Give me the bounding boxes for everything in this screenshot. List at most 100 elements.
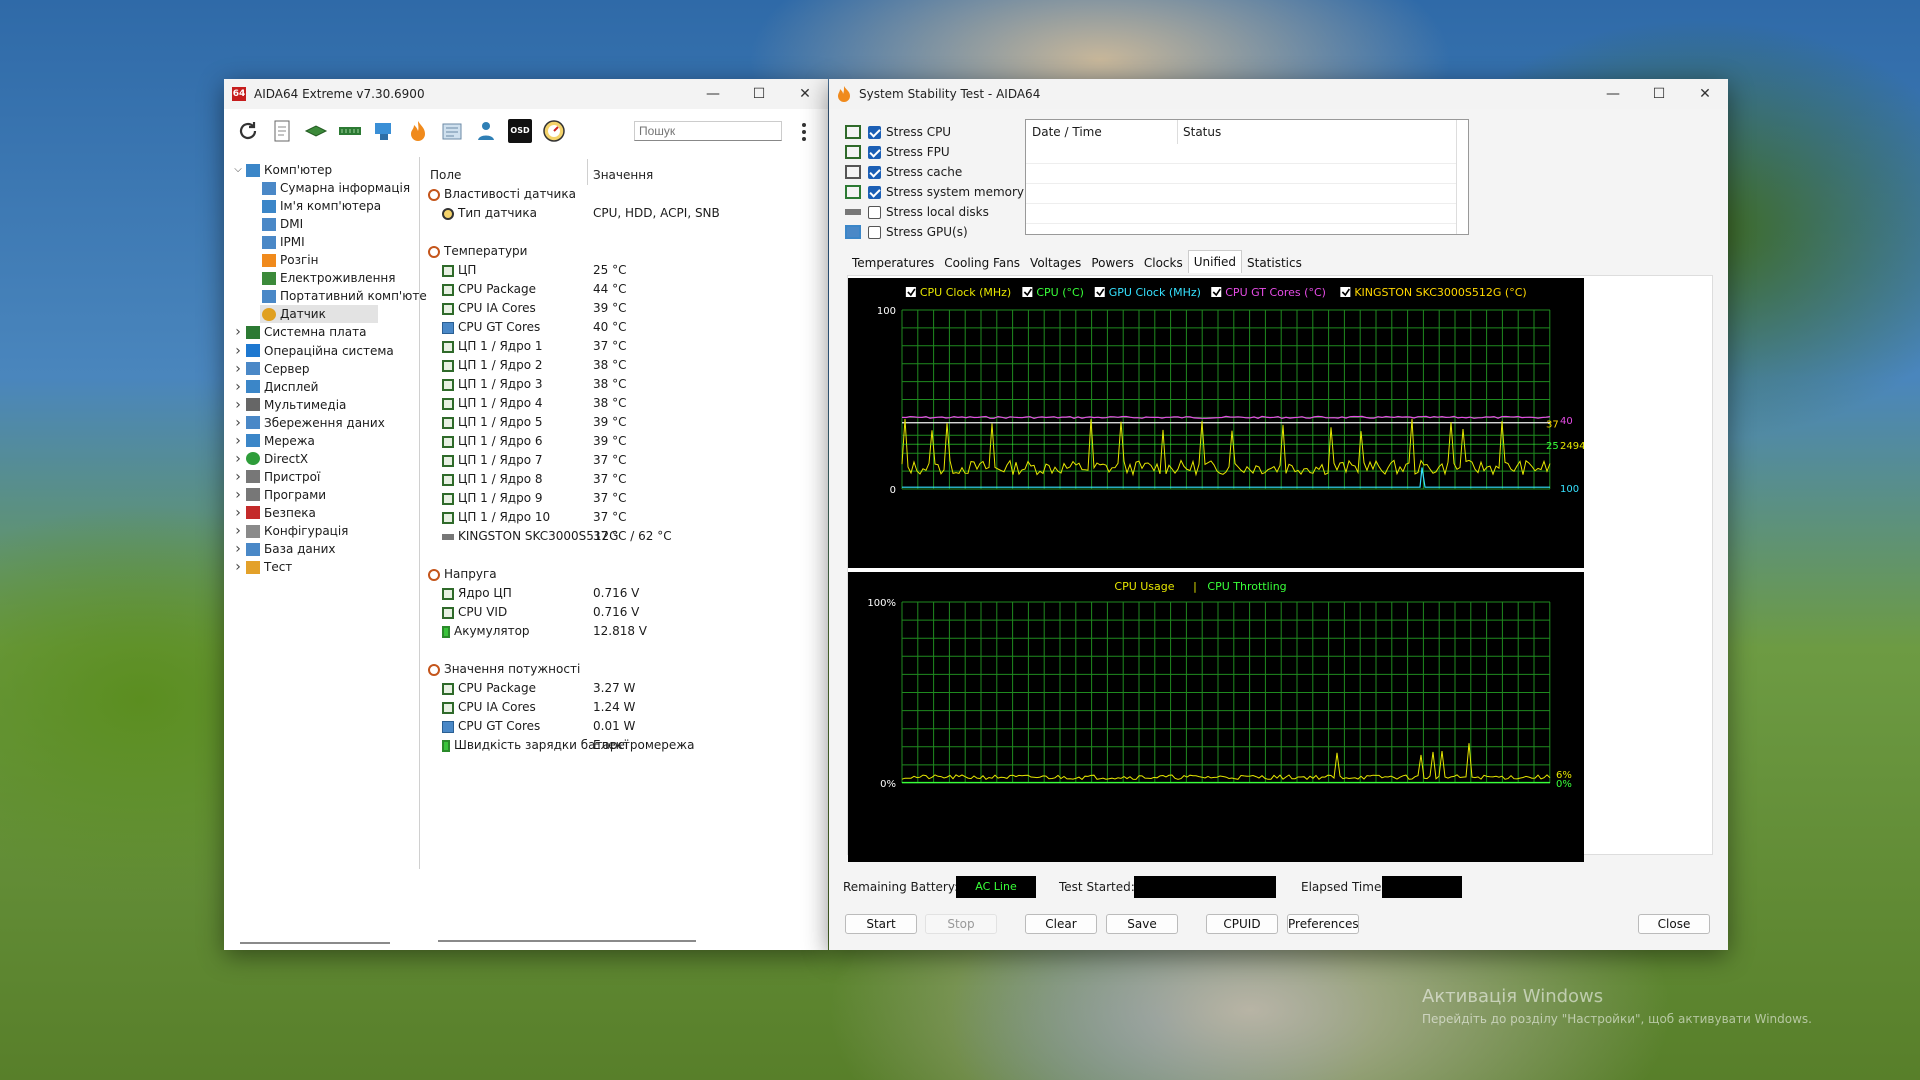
tree-item[interactable]: › Системна плата bbox=[232, 323, 366, 341]
stress-checkbox[interactable] bbox=[868, 205, 881, 219]
chevron-down-icon[interactable]: ⌵ bbox=[232, 161, 244, 179]
close-button[interactable]: ✕ bbox=[782, 79, 828, 109]
aida64-titlebar[interactable]: 64 AIDA64 Extreme v7.30.6900 — ☐ ✕ bbox=[224, 79, 828, 109]
sensor-row[interactable]: CPU GT Cores bbox=[442, 717, 540, 736]
chevron-right-icon[interactable]: › bbox=[232, 414, 244, 432]
flame-icon[interactable] bbox=[406, 119, 430, 143]
chevron-right-icon[interactable]: › bbox=[232, 468, 244, 486]
start-button[interactable]: Start bbox=[845, 914, 917, 934]
sensor-row[interactable]: ЦП 1 / Ядро 3 bbox=[442, 375, 543, 394]
column-header-value[interactable]: Значення bbox=[593, 165, 653, 185]
sensor-row[interactable]: ЦП 1 / Ядро 8 bbox=[442, 470, 543, 489]
stop-button[interactable]: Stop bbox=[925, 914, 997, 934]
tab-unified[interactable]: Unified bbox=[1187, 250, 1242, 273]
tree-item[interactable]: › Мережа bbox=[232, 432, 315, 450]
tree-item[interactable]: › База даних bbox=[232, 540, 335, 558]
close-button[interactable]: ✕ bbox=[1682, 79, 1728, 109]
stress-option[interactable]: Stress local disks bbox=[845, 203, 989, 221]
stress-option[interactable]: Stress system memory bbox=[845, 183, 1024, 201]
sensor-row[interactable]: ЦП 1 / Ядро 10 bbox=[442, 508, 550, 527]
tree-item[interactable]: › Мультимедіа bbox=[232, 396, 346, 414]
tree-horizontal-scrollbar[interactable] bbox=[240, 942, 390, 944]
stability-titlebar[interactable]: System Stability Test - AIDA64 — ☐ ✕ bbox=[829, 79, 1728, 109]
sensor-row[interactable]: ЦП bbox=[442, 261, 476, 280]
chevron-right-icon[interactable]: › bbox=[232, 378, 244, 396]
stress-checkbox[interactable] bbox=[868, 185, 881, 199]
sensor-gauge-icon[interactable] bbox=[542, 119, 566, 143]
osd-icon[interactable]: OSD bbox=[508, 119, 532, 143]
chevron-right-icon[interactable]: › bbox=[232, 432, 244, 450]
tab-cooling-fans[interactable]: Cooling Fans bbox=[939, 253, 1025, 273]
tree-item[interactable]: Розгін bbox=[260, 251, 318, 269]
tree-item[interactable]: › Тест bbox=[232, 558, 292, 576]
tree-item[interactable]: › Збереження даних bbox=[232, 414, 385, 432]
tab-temperatures[interactable]: Temperatures bbox=[847, 253, 939, 273]
stress-checkbox[interactable] bbox=[868, 125, 881, 139]
sensor-row[interactable]: CPU IA Cores bbox=[442, 299, 536, 318]
sensor-row[interactable]: CPU IA Cores bbox=[442, 698, 536, 717]
sensor-row[interactable]: Тип датчика bbox=[442, 204, 537, 223]
tab-voltages[interactable]: Voltages bbox=[1025, 253, 1086, 273]
tree-item[interactable]: Сумарна інформація bbox=[260, 179, 410, 197]
sensor-row[interactable]: ЦП 1 / Ядро 4 bbox=[442, 394, 543, 413]
tab-clocks[interactable]: Clocks bbox=[1139, 253, 1188, 273]
save-button[interactable]: Save bbox=[1106, 914, 1178, 934]
tree-item[interactable]: › Пристрої bbox=[232, 468, 320, 486]
chevron-right-icon[interactable]: › bbox=[232, 504, 244, 522]
tree-item[interactable]: DMI bbox=[260, 215, 303, 233]
chevron-right-icon[interactable]: › bbox=[232, 360, 244, 378]
sensor-row[interactable]: Ядро ЦП bbox=[442, 584, 512, 603]
tree-item[interactable]: Датчик bbox=[260, 305, 378, 324]
sensor-row[interactable]: ЦП 1 / Ядро 9 bbox=[442, 489, 543, 508]
sensor-row[interactable]: CPU Package bbox=[442, 280, 536, 299]
tree-item[interactable]: › Дисплей bbox=[232, 378, 318, 396]
column-header-field[interactable]: Поле bbox=[430, 165, 461, 185]
report-icon[interactable] bbox=[270, 119, 294, 143]
chevron-right-icon[interactable]: › bbox=[232, 450, 244, 468]
sensor-row[interactable]: CPU Package bbox=[442, 679, 536, 698]
stress-option[interactable]: Stress GPU(s) bbox=[845, 223, 968, 241]
sensor-row[interactable]: ЦП 1 / Ядро 6 bbox=[442, 432, 543, 451]
tree-item[interactable]: Портативний комп'юте bbox=[260, 287, 427, 305]
sensor-group-header[interactable]: Температури bbox=[428, 242, 527, 261]
stress-checkbox[interactable] bbox=[868, 225, 881, 239]
clear-button[interactable]: Clear bbox=[1025, 914, 1097, 934]
sensor-row[interactable]: ЦП 1 / Ядро 1 bbox=[442, 337, 543, 356]
motherboard-icon[interactable] bbox=[304, 119, 328, 143]
cpuid-button[interactable]: CPUID bbox=[1206, 914, 1278, 934]
column-separator[interactable] bbox=[587, 159, 588, 185]
stress-checkbox[interactable] bbox=[868, 165, 881, 179]
chevron-right-icon[interactable]: › bbox=[232, 486, 244, 504]
benchmark-icon[interactable] bbox=[474, 119, 498, 143]
minimize-button[interactable]: — bbox=[1590, 79, 1636, 109]
sensor-row[interactable]: CPU VID bbox=[442, 603, 507, 622]
tree-item[interactable]: › Операційна система bbox=[232, 342, 394, 360]
maximize-button[interactable]: ☐ bbox=[1636, 79, 1682, 109]
tab-statistics[interactable]: Statistics bbox=[1242, 253, 1307, 273]
tree-item[interactable]: › Конфігурація bbox=[232, 522, 348, 540]
stress-option[interactable]: Stress CPU bbox=[845, 123, 951, 141]
pane-divider[interactable] bbox=[419, 157, 420, 869]
sensor-row[interactable]: ЦП 1 / Ядро 2 bbox=[442, 356, 543, 375]
log-header-status[interactable]: Status bbox=[1183, 125, 1221, 139]
chevron-right-icon[interactable]: › bbox=[232, 522, 244, 540]
chevron-right-icon[interactable]: › bbox=[232, 396, 244, 414]
maximize-button[interactable]: ☐ bbox=[736, 79, 782, 109]
more-options-icon[interactable] bbox=[800, 121, 808, 143]
stress-option[interactable]: Stress cache bbox=[845, 163, 962, 181]
sensor-group-header[interactable]: Властивості датчика bbox=[428, 185, 576, 204]
close-dialog-button[interactable]: Close bbox=[1638, 914, 1710, 934]
tree-item[interactable]: ⌵ Комп'ютер bbox=[232, 161, 332, 179]
chevron-right-icon[interactable]: › bbox=[232, 540, 244, 558]
stress-checkbox[interactable] bbox=[868, 145, 881, 159]
tree-item[interactable]: IPMI bbox=[260, 233, 305, 251]
tree-item[interactable]: › Безпека bbox=[232, 504, 316, 522]
sensor-row[interactable]: ЦП 1 / Ядро 7 bbox=[442, 451, 543, 470]
tree-item[interactable]: Електроживлення bbox=[260, 269, 395, 287]
search-input[interactable] bbox=[634, 121, 782, 141]
network-icon[interactable] bbox=[372, 119, 396, 143]
sensor-row[interactable]: Акумулятор bbox=[442, 622, 530, 641]
minimize-button[interactable]: — bbox=[690, 79, 736, 109]
cpuid-icon[interactable] bbox=[440, 119, 464, 143]
refresh-icon[interactable] bbox=[236, 119, 260, 143]
